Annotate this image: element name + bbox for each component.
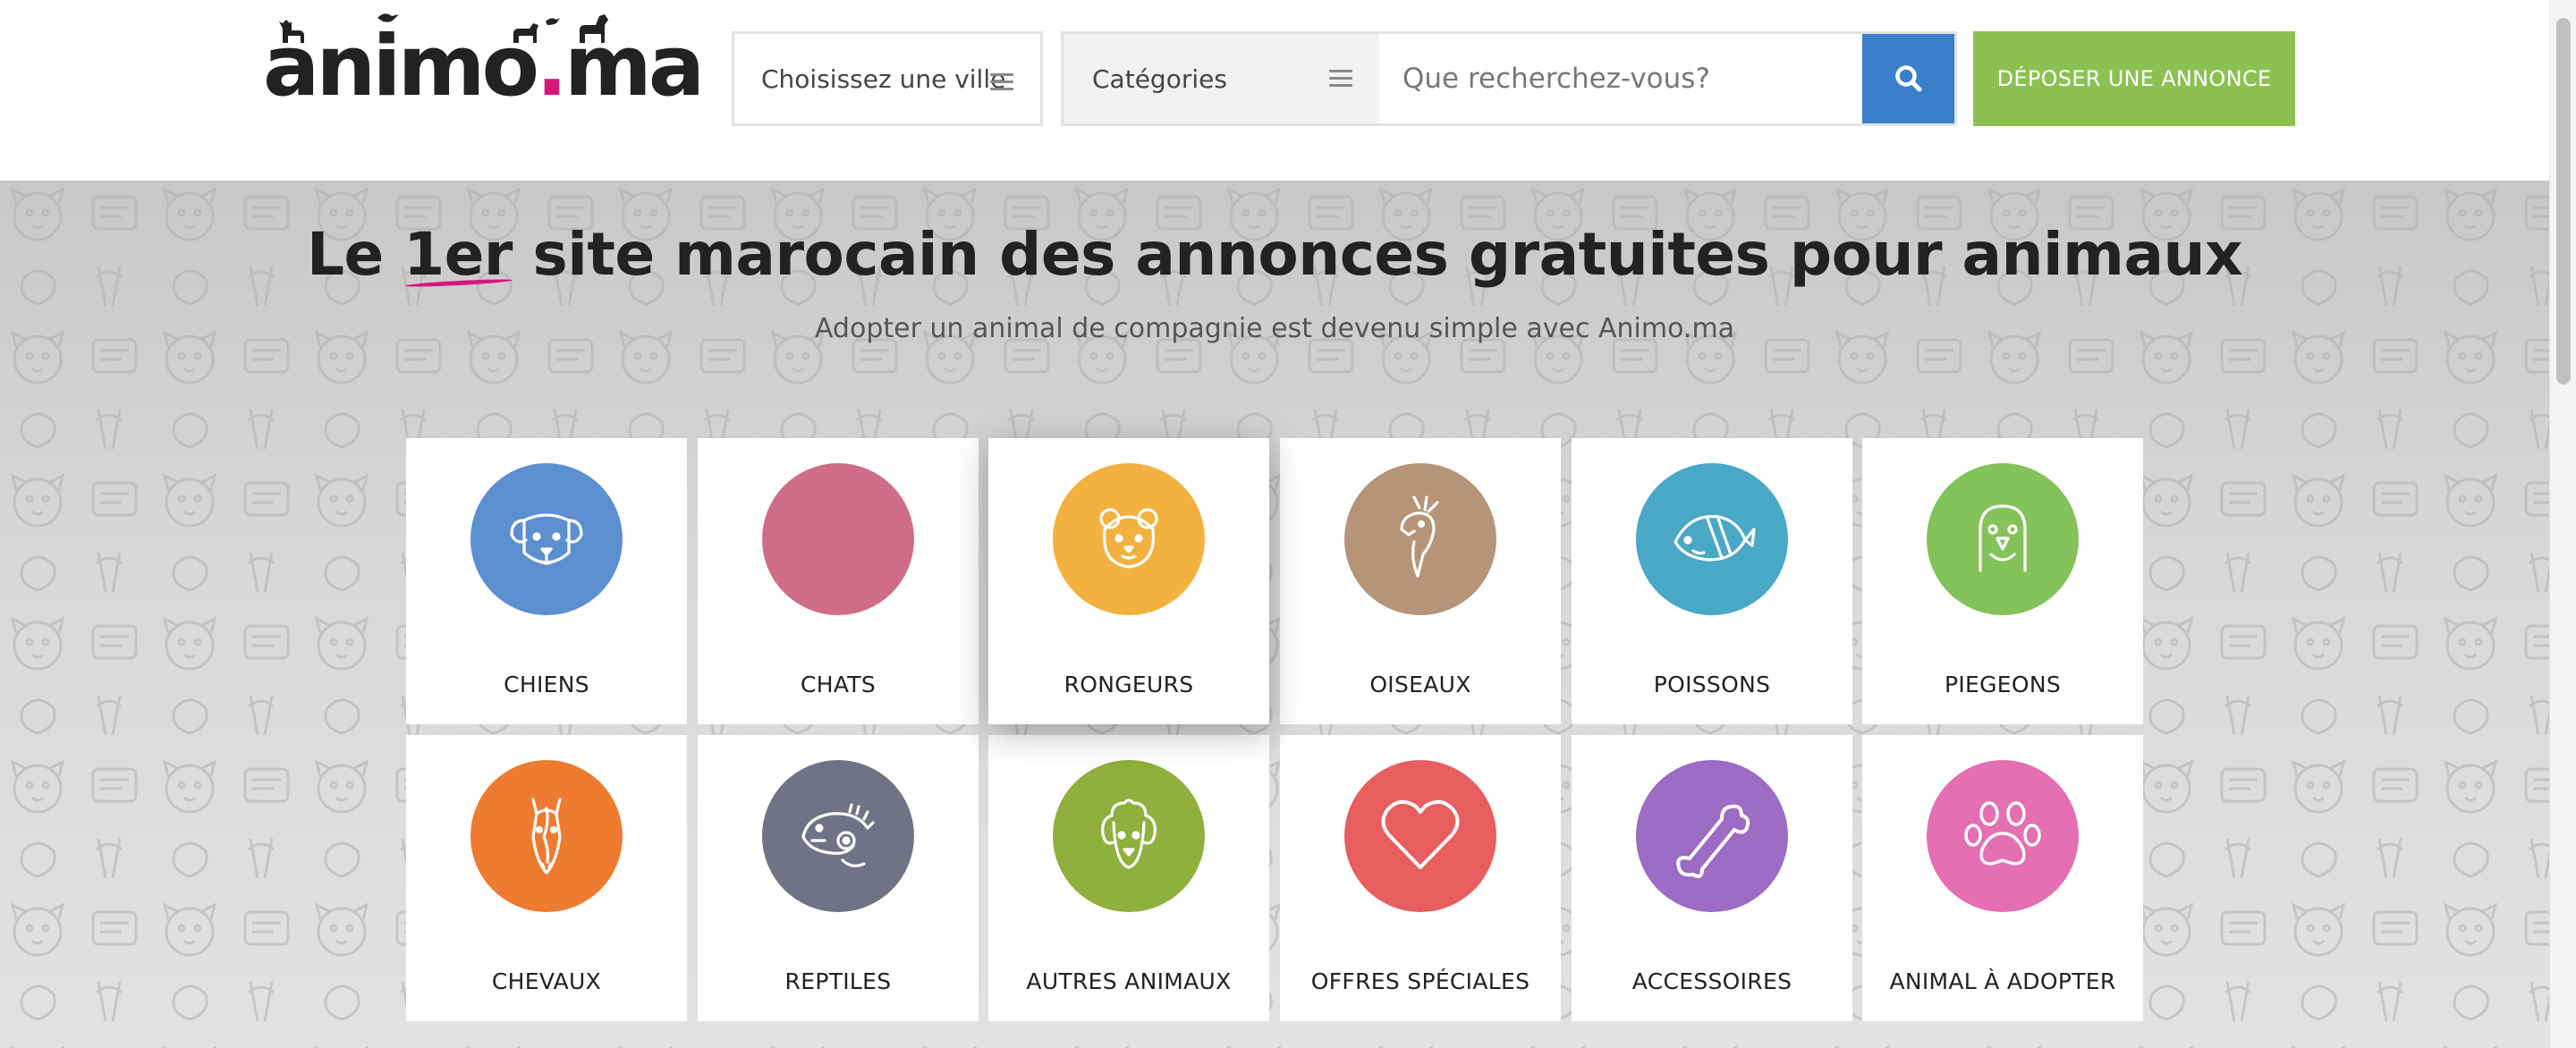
- category-label: ANIMAL À ADOPTER: [1889, 968, 2116, 994]
- logo-text: animo: [263, 18, 539, 115]
- category-icon-circle: [762, 760, 914, 912]
- scrollbar-thumb[interactable]: [2556, 18, 2571, 385]
- category-icon-circle: [1636, 760, 1788, 912]
- category-label: AUTRES ANIMAUX: [1026, 968, 1232, 994]
- category-icon-circle: [762, 463, 914, 615]
- category-icon-circle: [1344, 760, 1496, 912]
- bone-icon: [1676, 804, 1750, 878]
- category-select-label: Catégories: [1092, 63, 1227, 94]
- category-label: CHIENS: [504, 672, 589, 697]
- category-card-chevaux[interactable]: CHEVAUX: [406, 735, 687, 1021]
- category-icon-circle: [470, 463, 623, 615]
- hero-section: Le 1er site marocain des annonces gratui…: [0, 181, 2549, 1048]
- list-icon: [990, 73, 1013, 91]
- category-card-oiseaux[interactable]: OISEAUX: [1280, 438, 1561, 724]
- category-icon-circle: [1344, 463, 1496, 615]
- category-label: ACCESSOIRES: [1631, 968, 1792, 994]
- category-card-chiens[interactable]: CHIENS: [406, 438, 687, 724]
- category-card-autres-animaux[interactable]: AUTRES ANIMAUX: [988, 735, 1269, 1021]
- logo-wordmark: animo.ma: [263, 25, 705, 109]
- paw-icon: [1964, 801, 2041, 866]
- city-select-label: Choisissez une ville: [761, 63, 1006, 94]
- category-card-piegeons[interactable]: PIEGEONS: [1862, 438, 2143, 724]
- category-card-offres-speciales[interactable]: OFFRES SPÉCIALES: [1280, 735, 1561, 1021]
- category-label: CHATS: [800, 672, 877, 697]
- post-ad-button[interactable]: DÉPOSER UNE ANNONCE: [1973, 31, 2295, 126]
- search-input[interactable]: [1379, 34, 1862, 123]
- category-card-animal-a-adopter[interactable]: ANIMAL À ADOPTER: [1862, 735, 2143, 1021]
- category-icon-circle: [1927, 760, 2079, 912]
- category-icon-circle: [1636, 463, 1788, 615]
- category-card-poissons[interactable]: POISSONS: [1572, 438, 1852, 724]
- list-icon: [1329, 70, 1352, 88]
- category-label: POISSONS: [1653, 672, 1771, 697]
- page-scrollbar[interactable]: [2549, 0, 2576, 1048]
- category-select[interactable]: Catégories: [1063, 34, 1379, 123]
- dog-icon: [510, 513, 583, 565]
- category-icon-circle: [1053, 463, 1205, 615]
- site-logo[interactable]: animo.ma: [263, 9, 705, 109]
- heart-icon: [1381, 799, 1460, 869]
- category-label: OFFRES SPÉCIALES: [1310, 968, 1530, 994]
- category-card-accessoires[interactable]: ACCESSOIRES: [1572, 735, 1852, 1021]
- city-select[interactable]: Choisissez une ville: [732, 31, 1043, 126]
- category-label: RONGEURS: [1063, 672, 1194, 697]
- category-label: REPTILES: [784, 968, 892, 994]
- horse-icon: [531, 798, 562, 875]
- logo-dot: .: [536, 18, 568, 115]
- category-card-rongeurs[interactable]: RONGEURS: [988, 438, 1269, 724]
- iguana-icon: [801, 803, 875, 867]
- fish-icon: [1674, 514, 1756, 562]
- category-card-reptiles[interactable]: REPTILES: [698, 735, 979, 1021]
- logo-suffix: ma: [564, 18, 705, 115]
- search-group: Catégories: [1061, 31, 1957, 126]
- category-label: CHEVAUX: [491, 968, 602, 994]
- category-label: OISEAUX: [1369, 672, 1471, 697]
- category-icon-circle: [1053, 760, 1205, 912]
- cat-icon: [789, 490, 887, 588]
- site-header: animo.ma Choisissez une ville Catégories…: [0, 0, 2549, 181]
- category-label: PIEGEONS: [1944, 672, 2062, 697]
- pigeon-icon: [1979, 504, 2027, 572]
- hero-title: Le 1er site marocain des annonces gratui…: [0, 220, 2549, 289]
- search-button[interactable]: [1862, 34, 1954, 123]
- hero-title-accent: 1er: [403, 220, 513, 289]
- hero-subtitle: Adopter un animal de compagnie est deven…: [814, 313, 1735, 344]
- category-icon-circle: [1927, 463, 2079, 615]
- hamster-icon: [1099, 508, 1158, 569]
- hero-title-end: site marocain des annonces gratuites pou…: [512, 220, 2243, 289]
- search-icon: [1894, 65, 1921, 92]
- category-icon-circle: [470, 760, 623, 912]
- category-card-chats[interactable]: CHATS: [698, 438, 979, 724]
- poodle-icon: [1101, 799, 1157, 869]
- hero-title-start: Le: [306, 220, 404, 289]
- background-pattern: [0, 181, 2549, 1048]
- parrot-icon: [1400, 495, 1439, 578]
